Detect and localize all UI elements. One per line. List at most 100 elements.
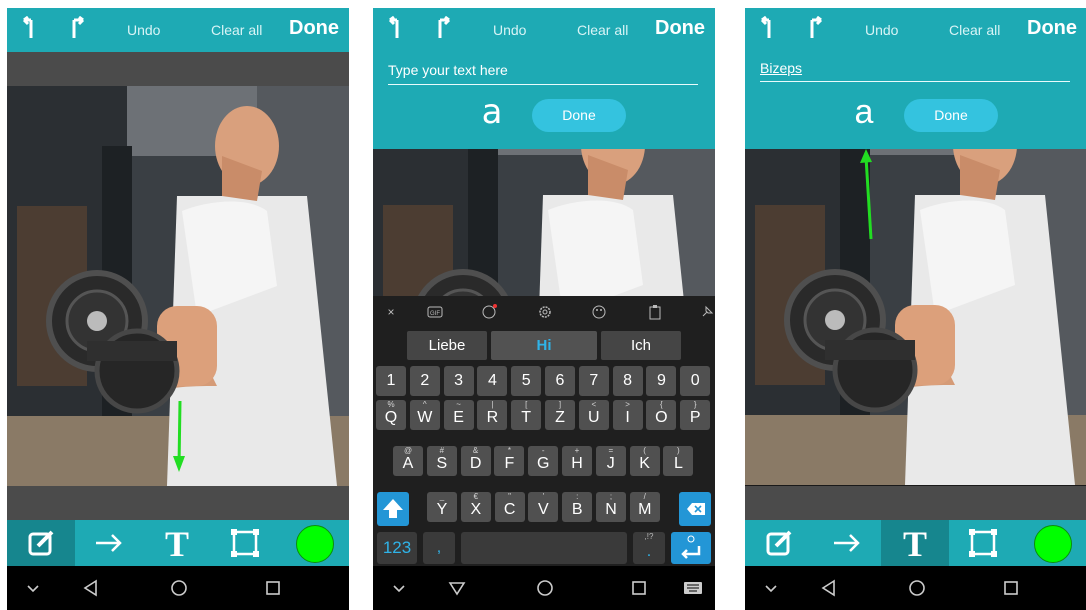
- key-4[interactable]: 4: [477, 366, 508, 396]
- undo-button[interactable]: Undo: [493, 22, 526, 38]
- undo-button[interactable]: Undo: [127, 22, 160, 38]
- comma-key[interactable]: ,: [423, 532, 455, 564]
- key-k[interactable]: (K: [629, 446, 660, 476]
- period-key[interactable]: ,!? .: [633, 532, 665, 564]
- back-down-triangle-icon[interactable]: [445, 576, 469, 600]
- recents-square-icon[interactable]: [627, 576, 651, 600]
- sticker-icon[interactable]: [481, 304, 497, 320]
- text-done-button[interactable]: Done: [904, 99, 998, 132]
- close-keyboard-icon[interactable]: ×: [383, 304, 399, 320]
- key-p[interactable]: } P: [680, 400, 711, 430]
- keyboard-switch-icon[interactable]: [681, 576, 705, 600]
- chevron-down-icon[interactable]: [759, 576, 783, 600]
- key-x[interactable]: € X: [460, 492, 491, 522]
- enter-key[interactable]: [671, 532, 711, 564]
- suggestion-1[interactable]: Liebe: [407, 331, 487, 360]
- key-a[interactable]: @ A: [393, 446, 423, 476]
- color-picker-button[interactable]: [1034, 525, 1072, 563]
- home-circle-icon[interactable]: [167, 576, 191, 600]
- suggestion-2[interactable]: Hi: [491, 331, 597, 360]
- font-style-button[interactable]: a: [847, 92, 881, 132]
- text-input[interactable]: [388, 60, 698, 85]
- key-d[interactable]: & D: [460, 446, 491, 476]
- rectangle-tool[interactable]: [949, 520, 1017, 566]
- key-u[interactable]: < U: [578, 400, 609, 430]
- key-r[interactable]: | R: [477, 400, 508, 430]
- back-triangle-icon[interactable]: [817, 576, 841, 600]
- key-q[interactable]: % Q: [376, 400, 406, 430]
- key-6[interactable]: 6: [545, 366, 575, 396]
- photo-canvas[interactable]: [373, 149, 715, 296]
- key-s[interactable]: # S: [426, 446, 457, 476]
- key-w[interactable]: ^ W: [409, 400, 440, 430]
- text-tool[interactable]: T: [881, 520, 949, 566]
- key-8[interactable]: 8: [612, 366, 643, 396]
- arrow-tool[interactable]: [813, 520, 881, 566]
- text-tool[interactable]: T: [143, 520, 211, 566]
- key-i[interactable]: > I: [612, 400, 643, 430]
- rectangle-tool[interactable]: [211, 520, 279, 566]
- numbers-key[interactable]: 123: [377, 532, 417, 564]
- back-triangle-icon[interactable]: [79, 576, 103, 600]
- shift-key[interactable]: [377, 492, 409, 526]
- key-3[interactable]: 3: [443, 366, 474, 396]
- done-button[interactable]: Done: [1027, 17, 1077, 40]
- pencil-tool[interactable]: [745, 520, 813, 566]
- clear-all-button[interactable]: Clear all: [211, 22, 262, 38]
- key-g[interactable]: -G: [528, 446, 559, 476]
- recents-square-icon[interactable]: [261, 576, 285, 600]
- clipboard-icon[interactable]: [647, 304, 663, 320]
- clear-all-button[interactable]: Clear all: [949, 22, 1000, 38]
- key-c[interactable]: " C: [494, 492, 525, 522]
- color-picker-button[interactable]: [296, 525, 334, 563]
- undo-arrow-icon[interactable]: [383, 16, 409, 42]
- redo-arrow-icon[interactable]: [65, 16, 91, 42]
- key-1[interactable]: 1: [376, 366, 406, 396]
- key-j[interactable]: = J: [595, 446, 626, 476]
- key-2[interactable]: 2: [409, 366, 440, 396]
- redo-arrow-icon[interactable]: [431, 16, 457, 42]
- text-done-button[interactable]: Done: [532, 99, 626, 132]
- key-y[interactable]: _ Y: [427, 492, 457, 522]
- settings-icon[interactable]: [537, 304, 553, 320]
- arrow-tool[interactable]: [75, 520, 143, 566]
- theme-icon[interactable]: [591, 304, 607, 320]
- key-0[interactable]: 0: [680, 366, 711, 396]
- home-circle-icon[interactable]: [905, 576, 929, 600]
- key-5[interactable]: 5: [511, 366, 542, 396]
- suggestion-3[interactable]: Ich: [601, 331, 681, 360]
- undo-arrow-icon[interactable]: [17, 16, 43, 42]
- undo-button[interactable]: Undo: [865, 22, 898, 38]
- key-b[interactable]: :B: [562, 492, 593, 522]
- space-key[interactable]: [461, 532, 627, 564]
- font-style-button[interactable]: a: [475, 92, 509, 132]
- done-button[interactable]: Done: [655, 17, 705, 40]
- key-f[interactable]: * F: [494, 446, 525, 476]
- backspace-key[interactable]: [679, 492, 711, 526]
- redo-arrow-icon[interactable]: [803, 16, 829, 42]
- key-7[interactable]: 7: [578, 366, 609, 396]
- key-n[interactable]: ; N: [596, 492, 626, 522]
- key-v[interactable]: ' V: [528, 492, 559, 522]
- photo-canvas[interactable]: [745, 149, 1086, 486]
- key-9[interactable]: 9: [646, 366, 677, 396]
- text-input[interactable]: Bizeps: [760, 60, 1070, 82]
- gif-icon[interactable]: GIF: [427, 304, 443, 320]
- done-button[interactable]: Done: [289, 17, 339, 40]
- home-circle-icon[interactable]: [533, 576, 557, 600]
- recents-square-icon[interactable]: [999, 576, 1023, 600]
- photo-canvas[interactable]: [7, 86, 349, 486]
- key-e[interactable]: ~ E: [443, 400, 474, 430]
- chevron-down-icon[interactable]: [387, 576, 411, 600]
- key-h[interactable]: + H: [562, 446, 592, 476]
- undo-arrow-icon[interactable]: [755, 16, 781, 42]
- clear-all-button[interactable]: Clear all: [577, 22, 628, 38]
- key-o[interactable]: {O: [646, 400, 677, 430]
- chevron-down-icon[interactable]: [21, 576, 45, 600]
- pencil-tool[interactable]: [7, 520, 75, 566]
- key-z[interactable]: ] Z: [545, 400, 575, 430]
- key-t[interactable]: [T: [511, 400, 542, 430]
- key-l[interactable]: ) L: [663, 446, 694, 476]
- key-m[interactable]: / M: [629, 492, 660, 522]
- pin-icon[interactable]: [699, 304, 715, 320]
